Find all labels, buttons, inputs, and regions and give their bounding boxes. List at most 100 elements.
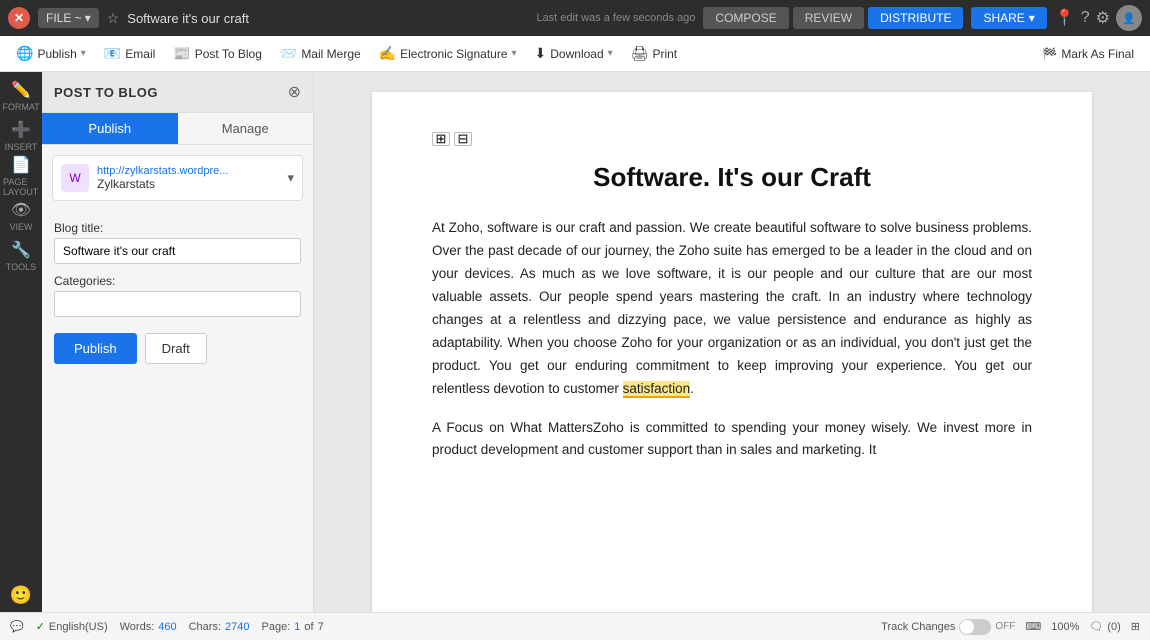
sidebar-item-format[interactable]: ✏️ FORMAT [3,78,39,114]
tab-publish[interactable]: Publish [42,113,178,144]
mark-as-final-button[interactable]: 🏁 Mark As Final [1034,43,1142,65]
post-to-blog-label: Post To Blog [195,47,262,61]
email-label: Email [125,47,155,61]
help-icon[interactable]: ? [1081,9,1090,27]
sidebar-item-insert[interactable]: ➕ INSERT [3,118,39,154]
comment-icon-status[interactable]: 💬 [10,620,24,633]
document-page: ⊞ ⊟ Software. It's our Craft At Zoho, so… [372,92,1092,612]
publish-button[interactable]: Publish [54,333,137,364]
word-count-status: Words: 460 [120,621,177,633]
blog-icon: 📰 [173,45,190,62]
page-view-icon-2[interactable]: ⊟ [454,132,472,146]
blog-connect-row[interactable]: W http://zylkarstats.wordpre... Zylkarst… [52,155,303,201]
review-nav-button[interactable]: REVIEW [793,7,864,29]
document-body[interactable]: At Zoho, software is our craft and passi… [432,217,1032,462]
chevron-down-icon[interactable]: ▾ [287,170,294,186]
distribute-nav-button[interactable]: DISTRIBUTE [868,7,963,29]
language-check-icon: ✓ [36,620,45,633]
format-label: FORMAT [2,102,39,112]
track-changes-toggle[interactable]: Track Changes OFF [881,619,1015,635]
blog-name: Zylkarstats [97,177,279,191]
paragraph-1-text: At Zoho, software is our craft and passi… [432,220,1032,396]
keyboard-icon-status[interactable]: ⌨ [1025,620,1041,633]
signature-icon: ✍ [379,45,396,62]
publish-icon: 🌐 [16,45,33,62]
zoom-level: 100% [1051,621,1079,633]
view-icon: 👁 [11,200,31,220]
panel-close-button[interactable]: ⊗ [288,82,301,102]
after-highlight: . [690,381,694,396]
email-icon: 📧 [104,45,121,62]
zoom-label: 100% [1051,621,1079,633]
publish-toolbar-button[interactable]: 🌐 Publish ▾ [8,41,94,66]
print-toolbar-button[interactable]: 🖨 Print [623,41,685,66]
star-icon[interactable]: ☆ [107,10,120,27]
document-area: ⊞ ⊟ Software. It's our Craft At Zoho, so… [314,72,1150,612]
avatar[interactable]: 👤 [1116,5,1142,31]
electronic-sig-toolbar-button[interactable]: ✍ Electronic Signature ▾ [371,41,525,66]
chevron-down-icon: ▾ [512,48,517,59]
electronic-sig-label: Electronic Signature [400,47,507,61]
share-button[interactable]: SHARE ▾ [971,7,1046,29]
page-current: 1 [294,621,300,633]
insert-icon: ➕ [11,120,31,140]
print-icon: 🖨 [631,45,649,62]
page-label: Page: [262,621,291,633]
sidebar-item-tools[interactable]: 🔧 TOOLS [3,238,39,274]
file-label: FILE ~ [46,11,82,25]
page-layout-icon: 📄 [11,155,31,175]
mail-merge-icon: 📨 [280,45,297,62]
download-icon: ⬇ [535,45,547,62]
chars-count: 2740 [225,621,249,633]
chevron-down-icon: ▾ [85,11,91,25]
words-label: Words: [120,621,155,633]
keyboard-icon: ⌨ [1025,620,1041,633]
page-status: Page: 1 of 7 [262,621,324,633]
categories-input[interactable] [54,291,301,317]
tools-label: TOOLS [6,262,36,272]
download-label: Download [550,47,603,61]
flag-icon: 🏁 [1042,47,1057,61]
char-count-status: Chars: 2740 [189,621,250,633]
sidebar-item-view[interactable]: 👁 VIEW [3,198,39,234]
words-count: 460 [158,621,176,633]
mark-final-label: Mark As Final [1061,47,1134,61]
view-toggle-status[interactable]: ⊞ [1131,620,1140,633]
chevron-down-icon: ▾ [1029,11,1035,25]
sidebar-item-page-layout[interactable]: 📄 PAGE LAYOUT [3,158,39,194]
grid-view-icon[interactable]: ⊞ [1131,620,1140,633]
feedback-icon[interactable]: 🙂 [10,585,32,606]
tab-manage[interactable]: Manage [178,113,314,144]
comments-count: (0) [1107,621,1120,633]
download-toolbar-button[interactable]: ⬇ Download ▾ [527,41,621,66]
draft-button[interactable]: Draft [145,333,207,364]
paragraph-1: At Zoho, software is our craft and passi… [432,217,1032,401]
print-label: Print [652,47,677,61]
track-status-label: OFF [995,621,1015,632]
blog-title-input[interactable] [54,238,301,264]
file-menu-button[interactable]: FILE ~ ▾ [38,8,99,28]
page-layout-label: PAGE LAYOUT [3,177,39,197]
email-toolbar-button[interactable]: 📧 Email [96,41,163,66]
compose-nav-button[interactable]: COMPOSE [703,7,788,29]
post-to-blog-toolbar-button[interactable]: 📰 Post To Blog [165,41,270,66]
panel-title: POST TO BLOG [54,85,158,100]
mail-merge-toolbar-button[interactable]: 📨 Mail Merge [272,41,369,66]
blog-logo-icon: W [61,164,89,192]
comments-count-status: 🗨 (0) [1089,620,1120,633]
page-view-icon-1[interactable]: ⊞ [432,132,450,146]
location-icon[interactable]: 📍 [1055,8,1075,28]
close-button[interactable]: ✕ [8,7,30,29]
categories-label: Categories: [54,274,301,288]
page-separator: of [304,621,313,633]
page-total: 7 [318,621,324,633]
settings-icon[interactable]: ⚙ [1096,8,1110,28]
chat-icon: 🗨 [1089,620,1103,633]
insert-label: INSERT [5,142,38,152]
toggle-knob [960,620,974,634]
language-label: English(US) [49,621,108,633]
track-changes-switch[interactable] [959,619,991,635]
share-label: SHARE [983,11,1024,25]
tools-icon: 🔧 [11,240,31,260]
publish-label: Publish [37,47,76,61]
